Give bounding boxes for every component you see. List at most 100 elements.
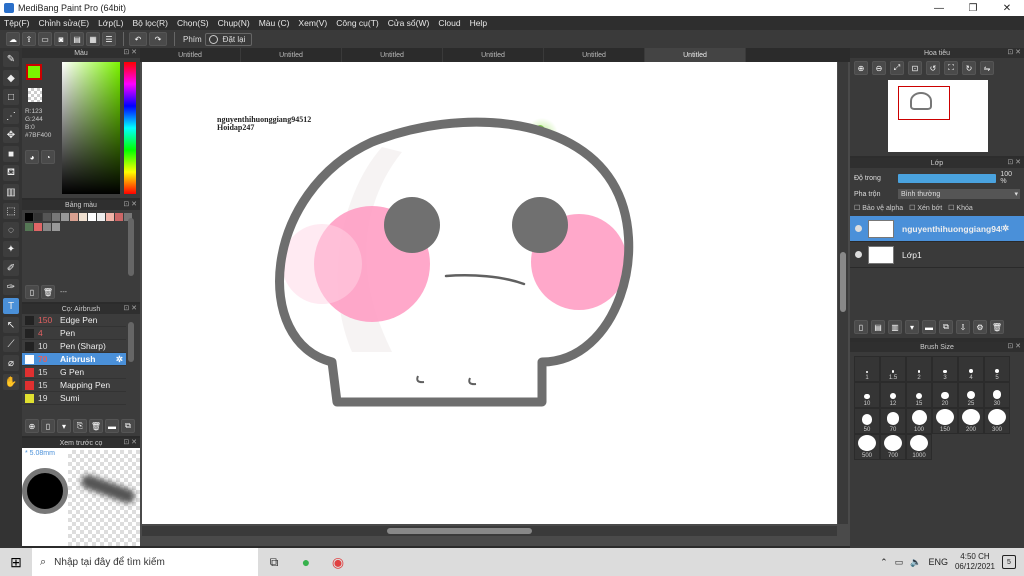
clock[interactable]: 4:50 CH 06/12/2021 — [955, 552, 995, 572]
close-icon[interactable]: ⊡ ✕ — [123, 48, 137, 56]
grid-icon[interactable]: ▦ — [86, 32, 100, 46]
lasso-tool-icon[interactable]: ◌ — [3, 222, 19, 238]
brush-item[interactable]: 150 Edge Pen — [22, 314, 126, 327]
list-icon[interactable]: ☰ — [102, 32, 116, 46]
palette-color-swatch[interactable] — [25, 213, 33, 221]
zoom-out-icon[interactable]: ⊖ — [872, 61, 886, 75]
palette-color-swatch[interactable] — [79, 213, 87, 221]
menu-layer[interactable]: Lớp(L) — [98, 18, 123, 28]
palette-color-swatch[interactable] — [52, 223, 60, 231]
delete-palette-icon[interactable]: 🗑 — [41, 285, 55, 299]
chevron-up-icon[interactable]: ⌃ — [880, 557, 888, 568]
horizontal-scrollbar[interactable] — [142, 526, 837, 536]
opacity-slider[interactable] — [897, 173, 997, 183]
menu-file[interactable]: Tệp(F) — [4, 18, 30, 28]
tab-untitled[interactable]: Untitled — [342, 48, 443, 62]
chrome-app-icon[interactable]: ◉ — [322, 554, 354, 571]
menu-help[interactable]: Help — [470, 18, 487, 28]
comment-icon[interactable]: ▭ — [38, 32, 52, 46]
gear-icon[interactable]: ✲ — [1002, 223, 1009, 234]
close-icon[interactable]: ⊡ ✕ — [1007, 48, 1021, 56]
brush-size-option[interactable]: 150 — [932, 408, 958, 434]
horizontal-scroll-thumb[interactable] — [387, 528, 532, 534]
speaker-icon[interactable]: 🔈 — [910, 557, 921, 568]
hand-tool-icon[interactable]: ✋ — [3, 374, 19, 390]
brush-size-option[interactable]: 70 — [880, 408, 906, 434]
close-icon[interactable]: ⊡ ✕ — [123, 200, 137, 208]
undo-icon[interactable]: ↶ — [129, 32, 147, 46]
new-palette-icon[interactable]: ▯ — [25, 285, 39, 299]
tab-untitled-active[interactable]: Untitled — [645, 48, 746, 62]
protect-alpha-checkbox[interactable]: ☐ Bảo vệ alpha — [854, 204, 903, 212]
language-indicator[interactable]: ENG — [928, 557, 948, 567]
duplicate-layer-icon[interactable]: ⧉ — [939, 320, 953, 334]
close-icon[interactable]: ⊡ ✕ — [1007, 342, 1021, 350]
visibility-icon[interactable] — [855, 225, 862, 232]
tab-untitled[interactable]: Untitled — [241, 48, 342, 62]
brush-item-selected[interactable]: 70 Airbrush ✲ — [22, 353, 126, 366]
canvas-area[interactable]: nguyenthihuonggiang94512 Hoidap247 — [140, 62, 850, 546]
close-icon[interactable]: ⊡ ✕ — [1007, 158, 1021, 166]
menu-edit[interactable]: Chỉnh sửa(E) — [39, 18, 90, 28]
search-box[interactable]: ⌕ Nhập tại đây để tìm kiếm — [32, 548, 258, 576]
background-swatch[interactable] — [28, 88, 42, 102]
operation-tool-icon[interactable]: ↖ — [3, 317, 19, 333]
brush-menu-icon[interactable]: ▾ — [57, 419, 71, 433]
brush-size-option[interactable]: 1000 — [906, 434, 932, 460]
export-icon[interactable]: ⇪ — [22, 32, 36, 46]
palette-color-swatch[interactable] — [52, 213, 60, 221]
copy-brush-icon[interactable]: ⎘ — [73, 419, 87, 433]
palette-color-swatch[interactable] — [88, 213, 96, 221]
brush-scrollbar[interactable] — [128, 322, 134, 362]
foreground-swatch[interactable] — [26, 64, 42, 80]
brush-size-option[interactable]: 300 — [984, 408, 1010, 434]
gradient-tool-icon[interactable]: ▥ — [3, 184, 19, 200]
brush-size-option[interactable]: 25 — [958, 382, 984, 408]
menu-cloud[interactable]: Cloud — [438, 18, 460, 28]
brush-item[interactable]: 15 G Pen — [22, 366, 126, 379]
palette-scrollbar[interactable] — [128, 218, 134, 276]
layer-menu-icon[interactable]: ▾ — [905, 320, 919, 334]
visibility-icon[interactable] — [855, 251, 862, 258]
palette-edit-icon[interactable]: ◔ — [41, 150, 55, 164]
menu-select[interactable]: Chọn(S) — [177, 18, 209, 28]
palette-color-swatch[interactable] — [97, 213, 105, 221]
tab-untitled[interactable]: Untitled — [443, 48, 544, 62]
rotate-left-icon[interactable]: ↺ — [926, 61, 940, 75]
bucket-tool-icon[interactable]: ⛾ — [3, 165, 19, 181]
cloud-icon[interactable]: ☁ — [6, 32, 20, 46]
palette-color-swatch[interactable] — [106, 213, 114, 221]
start-icon[interactable]: ⊞ — [0, 548, 32, 576]
close-icon[interactable]: ⊡ ✕ — [123, 438, 137, 446]
close-button[interactable]: ✕ — [990, 0, 1024, 16]
new-layer-icon[interactable]: ▯ — [854, 320, 868, 334]
palette-color-swatch[interactable] — [34, 223, 42, 231]
brush-size-option[interactable]: 4 — [958, 356, 984, 382]
menu-snap[interactable]: Chụp(N) — [218, 18, 250, 28]
palette-color-swatch[interactable] — [43, 223, 51, 231]
new-layer-8bit-icon[interactable]: ▤ — [871, 320, 885, 334]
tab-untitled[interactable]: Untitled — [140, 48, 241, 62]
chat-icon[interactable]: ◙ — [54, 32, 68, 46]
new-brush-icon[interactable]: ▯ — [41, 419, 55, 433]
brush-item[interactable]: 4 Pen — [22, 327, 126, 340]
add-brush-icon[interactable]: ⊕ — [25, 419, 39, 433]
vertical-scroll-thumb[interactable] — [840, 252, 846, 312]
brush-tool-icon[interactable]: ✎ — [3, 51, 19, 67]
zoom-actual-icon[interactable]: ⊡ — [908, 61, 922, 75]
gear-icon[interactable]: ✲ — [116, 354, 123, 365]
palette-icon[interactable]: ◕ — [25, 150, 39, 164]
brush-size-option[interactable]: 20 — [932, 382, 958, 408]
hue-slider[interactable] — [124, 62, 136, 194]
palette-color-swatch[interactable] — [61, 213, 69, 221]
duplicate-icon[interactable]: ⧉ — [121, 419, 135, 433]
delete-brush-icon[interactable]: 🗑 — [89, 419, 103, 433]
brush-size-option[interactable]: 1.5 — [880, 356, 906, 382]
folder-icon[interactable]: ▬ — [105, 419, 119, 433]
flip-icon[interactable]: ⇋ — [980, 61, 994, 75]
divide-tool-icon[interactable]: ⟋ — [3, 336, 19, 352]
medibang-app-icon[interactable]: ● — [290, 554, 322, 570]
palette-color-swatch[interactable] — [70, 213, 78, 221]
palette-color-swatch[interactable] — [25, 223, 33, 231]
blend-mode-select[interactable]: Bình thường ▾ — [898, 189, 1020, 199]
